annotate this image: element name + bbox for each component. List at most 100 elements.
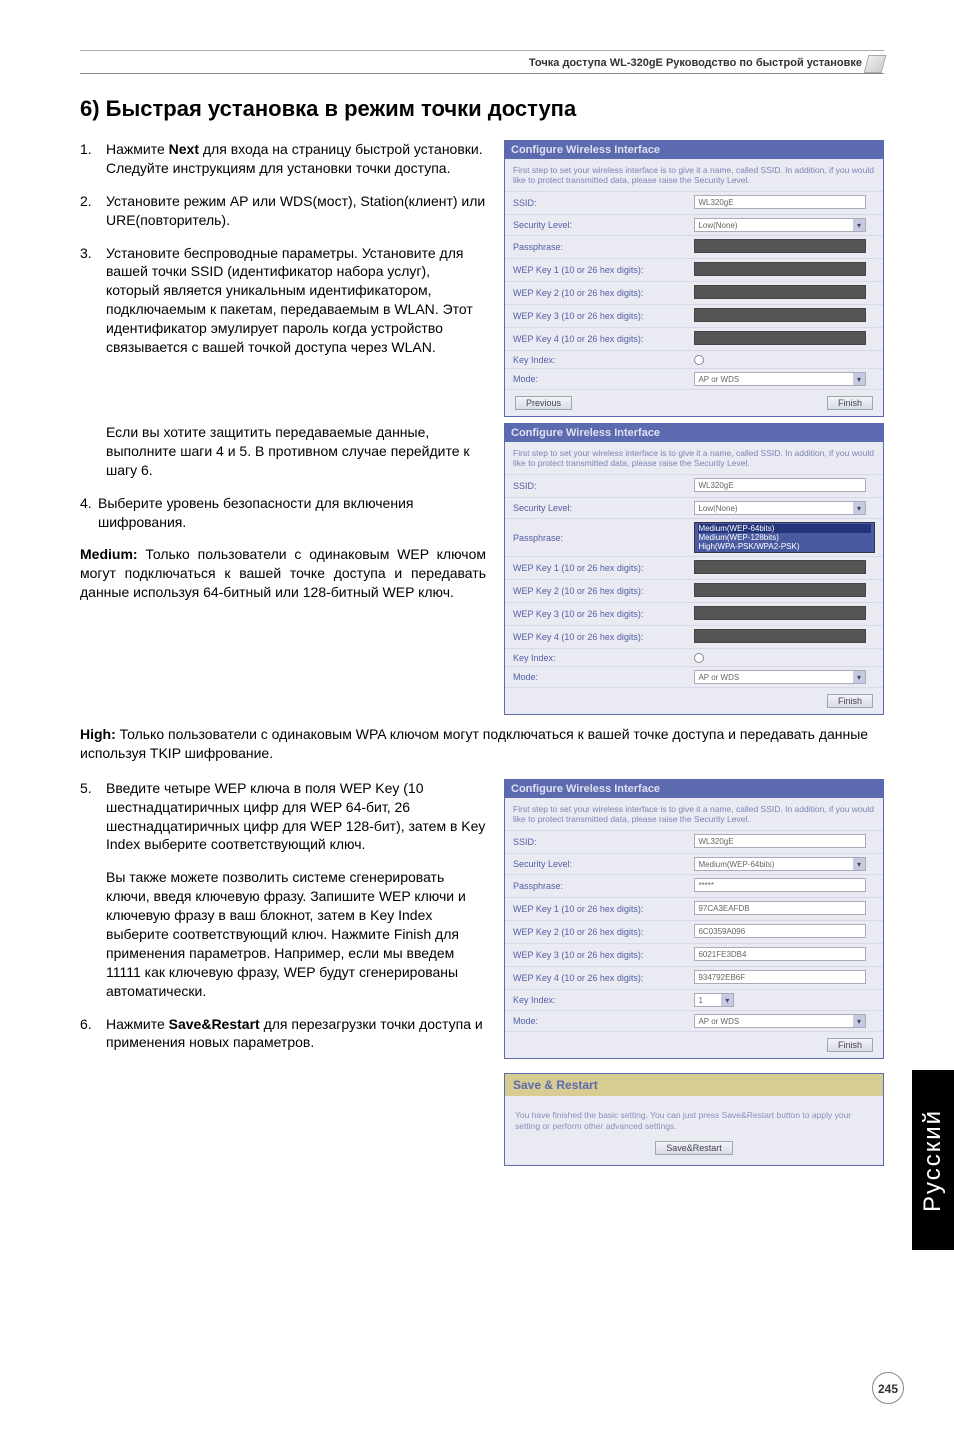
- panel-3: Configure Wireless Interface First step …: [504, 779, 884, 1059]
- p3-k1-label: WEP Key 1 (10 or 26 hex digits):: [505, 898, 686, 921]
- step-6-num: 6.: [80, 1015, 106, 1053]
- p2-k2-label: WEP Key 2 (10 or 26 hex digits):: [505, 580, 686, 603]
- p1-ssid-input[interactable]: WL320gE: [694, 195, 866, 209]
- save-restart-button[interactable]: Save&Restart: [655, 1141, 733, 1155]
- step-5-body: Введите четыре WEP ключа в поля WEP Key …: [106, 779, 486, 855]
- chevron-down-icon: ▾: [853, 858, 865, 870]
- p3-ki-select[interactable]: 1▾: [694, 993, 734, 1007]
- p3-ki-val: 1: [698, 994, 702, 1006]
- p1-prev-button[interactable]: Previous: [515, 396, 572, 410]
- medium-label: Medium:: [80, 546, 138, 562]
- p2-k3-label: WEP Key 3 (10 or 26 hex digits):: [505, 603, 686, 626]
- p2-ssid-label: SSID:: [505, 475, 686, 498]
- p1-mode-label: Mode:: [505, 369, 686, 390]
- p2-k1-input[interactable]: [694, 560, 866, 574]
- p3-k1-input[interactable]: 97CA3EAFDB: [694, 901, 866, 915]
- p1-ssid-label: SSID:: [505, 192, 686, 215]
- step-4: 4. Выберите уровень безопасности для вкл…: [80, 494, 486, 532]
- p1-k1-input[interactable]: [694, 262, 866, 276]
- step-5-extra: Вы также можете позволить системе сгенер…: [106, 868, 486, 1000]
- chevron-down-icon: ▾: [721, 994, 733, 1006]
- p1-sec-label: Security Level:: [505, 215, 686, 236]
- step-1-text-a: Нажмите: [106, 141, 169, 157]
- medium-text: Только пользователи с одинаковым WEP клю…: [80, 546, 486, 600]
- p2-k4-input[interactable]: [694, 629, 866, 643]
- p3-k4-label: WEP Key 4 (10 or 26 hex digits):: [505, 967, 686, 990]
- p2-ki-label: Key Index:: [505, 649, 686, 667]
- save-panel-title: Save & Restart: [505, 1074, 883, 1096]
- p1-mode-val: AP or WDS: [698, 373, 739, 385]
- top-rule: [80, 50, 884, 51]
- step-3: 3. Установите беспроводные параметры. Ус…: [80, 244, 486, 357]
- p2-opt-3[interactable]: High(WPA-PSK/WPA2-PSK): [698, 542, 871, 551]
- p1-k3-input[interactable]: [694, 308, 866, 322]
- p3-k4-input[interactable]: 934792EB6F: [694, 970, 866, 984]
- chevron-down-icon: ▾: [853, 373, 865, 385]
- p2-ssid-input[interactable]: WL320gE: [694, 478, 866, 492]
- panel-1: Configure Wireless Interface First step …: [504, 140, 884, 417]
- panel-3-title: Configure Wireless Interface: [505, 780, 883, 798]
- p3-k2-input[interactable]: 6C0359A096: [694, 924, 866, 938]
- p1-mode-select[interactable]: AP or WDS ▾: [694, 372, 866, 386]
- p2-opt-1[interactable]: Medium(WEP-64bits): [698, 524, 871, 533]
- p1-sec-select[interactable]: Low(None)▾: [694, 218, 866, 232]
- step-1-bold: Next: [169, 141, 199, 157]
- chevron-down-icon: ▾: [853, 219, 865, 231]
- p3-pass-input[interactable]: *****: [694, 878, 866, 892]
- panel-2-title: Configure Wireless Interface: [505, 424, 883, 442]
- p2-dropdown-list[interactable]: Medium(WEP-64bits) Medium(WEP-128bits) H…: [694, 522, 875, 553]
- p3-ssid-label: SSID:: [505, 831, 686, 854]
- step-1-body: Нажмите Next для входа на страницу быстр…: [106, 140, 486, 178]
- chevron-down-icon: ▾: [853, 671, 865, 683]
- p3-k3-label: WEP Key 3 (10 or 26 hex digits):: [505, 944, 686, 967]
- step-4-body: Выберите уровень безопасности для включе…: [98, 494, 486, 532]
- p3-finish-button[interactable]: Finish: [827, 1038, 873, 1052]
- p1-ki-label: Key Index:: [505, 351, 686, 369]
- p2-mode-select[interactable]: AP or WDS ▾: [694, 670, 866, 684]
- p1-k2-input[interactable]: [694, 285, 866, 299]
- p3-sec-select[interactable]: Medium(WEP-64bits)▾: [694, 857, 866, 871]
- p2-mode-val: AP or WDS: [698, 671, 739, 683]
- step-1-num: 1.: [80, 140, 106, 178]
- p3-ssid-input[interactable]: WL320gE: [694, 834, 866, 848]
- panel-3-desc: First step to set your wireless interfac…: [505, 798, 883, 830]
- p2-opt-2[interactable]: Medium(WEP-128bits): [698, 533, 871, 542]
- high-label: High:: [80, 726, 116, 742]
- p2-k3-input[interactable]: [694, 606, 866, 620]
- save-panel-text: You have finished the basic setting. You…: [515, 1110, 873, 1131]
- p1-pass-input[interactable]: [694, 239, 866, 253]
- p3-mode-select[interactable]: AP or WDS▾: [694, 1014, 866, 1028]
- high-text: Только пользователи с одинаковым WPA клю…: [80, 726, 868, 761]
- p1-ki-radio[interactable]: [694, 355, 704, 365]
- p1-k4-input[interactable]: [694, 331, 866, 345]
- p3-k3-input[interactable]: 6021FE3DB4: [694, 947, 866, 961]
- section-title: 6) Быстрая установка в режим точки досту…: [80, 96, 884, 122]
- step-3-num: 3.: [80, 244, 106, 357]
- medium-desc: Medium: Только пользователи с одинаковым…: [80, 545, 486, 602]
- step-3-body: Установите беспроводные параметры. Устан…: [106, 244, 486, 357]
- panel-2: Configure Wireless Interface First step …: [504, 423, 884, 715]
- p2-k2-input[interactable]: [694, 583, 866, 597]
- p1-finish-button[interactable]: Finish: [827, 396, 873, 410]
- p1-k1-label: WEP Key 1 (10 or 26 hex digits):: [505, 259, 686, 282]
- high-desc: High: Только пользователи с одинаковым W…: [80, 725, 884, 763]
- p2-finish-button[interactable]: Finish: [827, 694, 873, 708]
- p3-mode-label: Mode:: [505, 1011, 686, 1032]
- step-6-text-a: Нажмите: [106, 1016, 169, 1032]
- header-product-line: Точка доступа WL-320gE Руководство по бы…: [80, 57, 884, 69]
- step-6: 6. Нажмите Save&Restart для перезагрузки…: [80, 1015, 486, 1053]
- panel-1-title: Configure Wireless Interface: [505, 141, 883, 159]
- p2-ki-radio[interactable]: [694, 653, 704, 663]
- language-tab: Русский: [912, 1070, 954, 1250]
- p3-mode-val: AP or WDS: [698, 1015, 739, 1027]
- step-3-extra: Если вы хотите защитить передаваемые дан…: [106, 423, 486, 480]
- page-number: 245: [872, 1372, 904, 1404]
- p1-k3-label: WEP Key 3 (10 or 26 hex digits):: [505, 305, 686, 328]
- p2-pass-label: Passphrase:: [505, 519, 686, 557]
- step-2-body: Установите режим AP или WDS(мост), Stati…: [106, 192, 486, 230]
- p2-mode-label: Mode:: [505, 667, 686, 688]
- p2-sec-select[interactable]: Low(None)▾: [694, 501, 866, 515]
- p3-pass-label: Passphrase:: [505, 875, 686, 898]
- step-1: 1. Нажмите Next для входа на страницу бы…: [80, 140, 486, 178]
- p3-k2-label: WEP Key 2 (10 or 26 hex digits):: [505, 921, 686, 944]
